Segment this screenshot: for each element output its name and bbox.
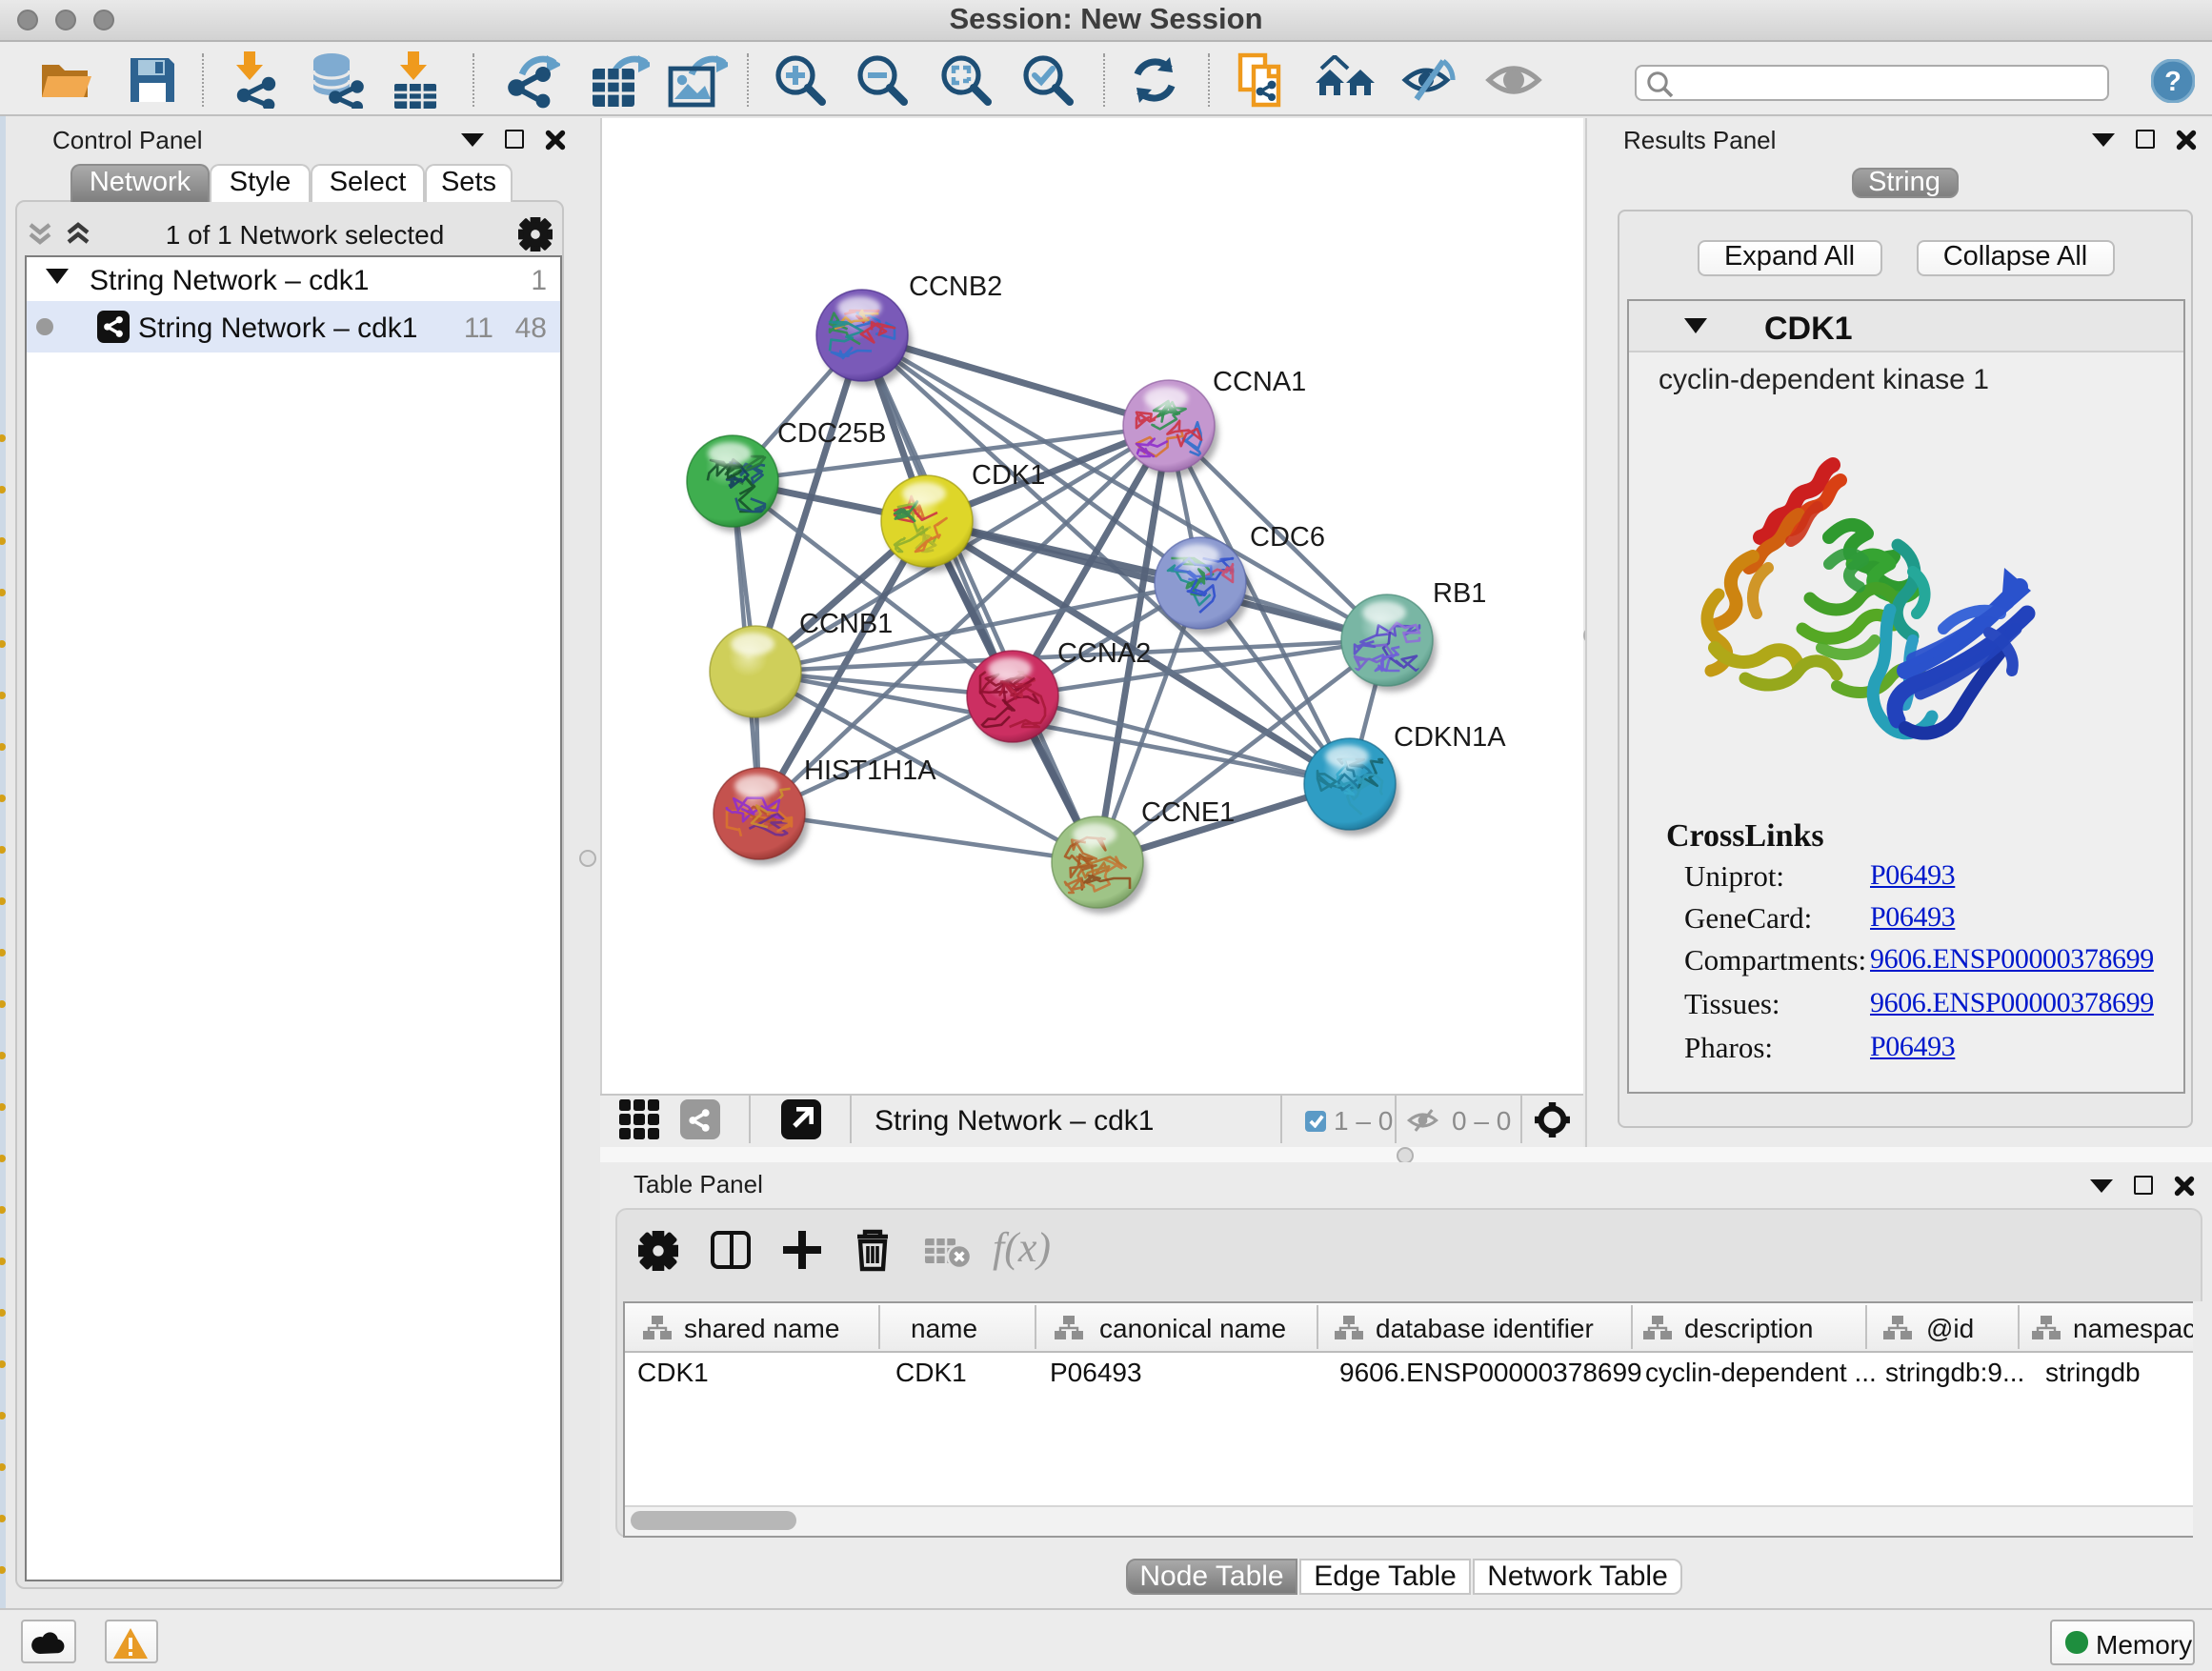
svg-text:CDKN1A: CDKN1A (1393, 722, 1505, 753)
svg-text:CCNE1: CCNE1 (1140, 797, 1234, 828)
svg-text:CCNA2: CCNA2 (1056, 638, 1150, 669)
svg-text:CDK1: CDK1 (971, 460, 1044, 491)
svg-text:HIST1H1A: HIST1H1A (803, 755, 935, 786)
svg-text:?: ? (2164, 66, 2182, 96)
svg-text:RB1: RB1 (1432, 578, 1485, 609)
svg-text:CDC25B: CDC25B (776, 418, 885, 449)
svg-text:CCNB2: CCNB2 (908, 272, 1001, 302)
svg-text:CCNB1: CCNB1 (798, 609, 892, 639)
svg-text:CDC6: CDC6 (1249, 522, 1324, 553)
svg-text:CCNA1: CCNA1 (1212, 367, 1305, 397)
